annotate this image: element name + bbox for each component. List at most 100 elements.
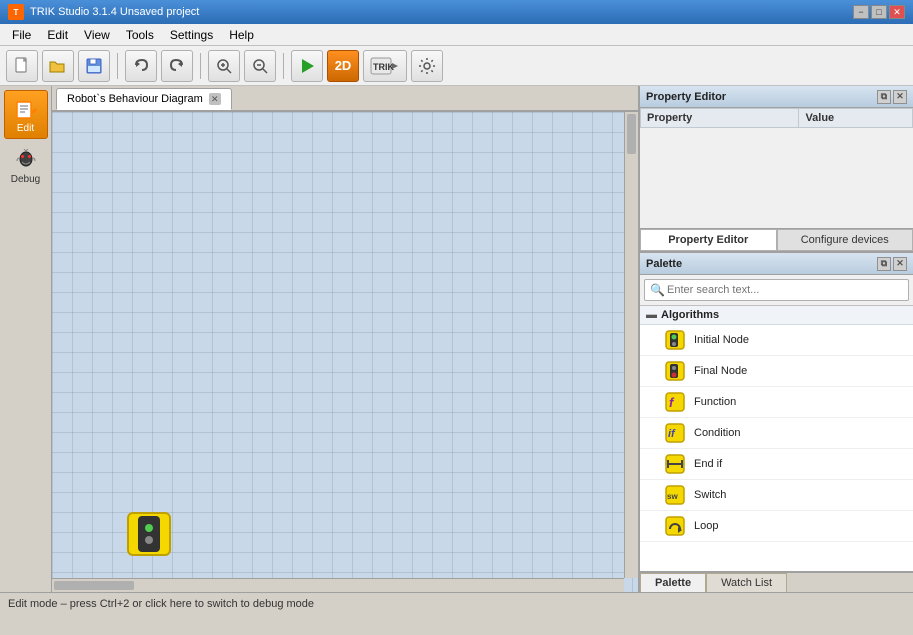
palette-title-buttons: ⧉ ✕: [877, 257, 907, 271]
debug-tool-label: Debug: [11, 174, 40, 185]
palette-title-bar: Palette ⧉ ✕: [640, 253, 913, 275]
canvas-scrollbar-vertical[interactable]: [624, 112, 638, 578]
new-file-button[interactable]: [6, 50, 38, 82]
open-button[interactable]: [42, 50, 74, 82]
status-bar-text: Edit mode – press Ctrl+2 or click here t…: [8, 598, 314, 610]
palette-close-button[interactable]: ✕: [893, 257, 907, 271]
property-editor-panel: Property Editor ⧉ ✕ Property Value: [640, 86, 913, 253]
trik-button[interactable]: TRIK: [363, 50, 407, 82]
menu-view[interactable]: View: [76, 26, 118, 44]
scroll-thumb-h[interactable]: [54, 581, 134, 590]
scroll-thumb-v[interactable]: [627, 114, 636, 154]
final-node-icon: [664, 360, 686, 382]
algorithms-label: Algorithms: [661, 309, 719, 321]
palette-section-algorithms[interactable]: ▬ Algorithms: [640, 306, 913, 325]
settings-wrench-button[interactable]: [411, 50, 443, 82]
app-icon: T: [8, 4, 24, 20]
palette-search-input[interactable]: [644, 279, 909, 301]
switch-label: Switch: [694, 489, 726, 501]
tab-label: Robot`s Behaviour Diagram: [67, 93, 203, 105]
node-body: [138, 516, 160, 552]
canvas-area[interactable]: [52, 112, 638, 592]
palette-item-switch[interactable]: sw Switch: [640, 480, 913, 511]
edit-tool[interactable]: Edit: [4, 90, 48, 139]
palette-float-button[interactable]: ⧉: [877, 257, 891, 271]
palette-item-condition[interactable]: if Condition: [640, 418, 913, 449]
toolbar: 2D TRIK: [0, 46, 913, 86]
condition-label: Condition: [694, 427, 740, 439]
zoom-out-button[interactable]: [244, 50, 276, 82]
close-window-button[interactable]: ✕: [889, 5, 905, 19]
title-bar: T TRIK Studio 3.1.4 Unsaved project − □ …: [0, 0, 913, 24]
debug-tool-icon: [12, 146, 40, 174]
2d-mode-button[interactable]: 2D: [327, 50, 359, 82]
palette-title: Palette: [646, 258, 682, 270]
function-label: Function: [694, 396, 736, 408]
menu-settings[interactable]: Settings: [162, 26, 221, 44]
property-editor-body: Property Value: [640, 108, 913, 228]
robot-behaviour-tab[interactable]: Robot`s Behaviour Diagram ✕: [56, 88, 232, 110]
property-editor-tabs: Property Editor Configure devices: [640, 228, 913, 251]
menu-file[interactable]: File: [4, 26, 39, 44]
menu-help[interactable]: Help: [221, 26, 262, 44]
value-col-header: Value: [799, 109, 913, 128]
tab-close-button[interactable]: ✕: [209, 93, 221, 105]
tab-configure-devices[interactable]: Configure devices: [777, 229, 913, 251]
property-col-header: Property: [641, 109, 799, 128]
palette-item-loop[interactable]: Loop: [640, 511, 913, 542]
redo-button[interactable]: [161, 50, 193, 82]
property-editor-float-button[interactable]: ⧉: [877, 90, 891, 104]
title-bar-buttons: − □ ✕: [853, 5, 905, 19]
window-title: TRIK Studio 3.1.4 Unsaved project: [30, 6, 199, 18]
palette-panel: Palette ⧉ ✕ 🔍 ▬ Algorithms: [640, 253, 913, 592]
toolbar-sep-1: [117, 53, 118, 79]
palette-item-initial-node[interactable]: Initial Node: [640, 325, 913, 356]
node-dot-bottom: [145, 536, 153, 544]
minimize-button[interactable]: −: [853, 5, 869, 19]
menu-edit[interactable]: Edit: [39, 26, 76, 44]
loop-icon: [664, 515, 686, 537]
zoom-in-button[interactable]: [208, 50, 240, 82]
algorithms-toggle: ▬: [646, 309, 657, 321]
property-editor-title-bar: Property Editor ⧉ ✕: [640, 86, 913, 108]
initial-node-label: Initial Node: [694, 334, 749, 346]
svg-text:TRIK: TRIK: [373, 62, 394, 72]
2d-label: 2D: [335, 58, 352, 73]
content-area: Robot`s Behaviour Diagram ✕: [52, 86, 638, 592]
search-icon-wrap: 🔍: [644, 279, 909, 301]
svg-text:sw: sw: [667, 492, 678, 501]
property-editor-title: Property Editor: [646, 91, 726, 103]
property-editor-close-button[interactable]: ✕: [893, 90, 907, 104]
palette-item-function[interactable]: f Function: [640, 387, 913, 418]
tab-bar: Robot`s Behaviour Diagram ✕: [52, 86, 638, 112]
property-editor-title-buttons: ⧉ ✕: [877, 90, 907, 104]
debug-tool[interactable]: Debug: [4, 141, 48, 190]
switch-icon: sw: [664, 484, 686, 506]
palette-tab-palette[interactable]: Palette: [640, 573, 706, 592]
palette-bottom-tabs: Palette Watch List: [640, 571, 913, 592]
edit-tool-icon: [12, 95, 40, 123]
final-node-label: Final Node: [694, 365, 747, 377]
tab-property-editor[interactable]: Property Editor: [640, 229, 777, 251]
initial-node-canvas[interactable]: [127, 512, 171, 556]
menu-tools[interactable]: Tools: [118, 26, 162, 44]
initial-node-icon: [664, 329, 686, 351]
maximize-button[interactable]: □: [871, 5, 887, 19]
menu-bar: File Edit View Tools Settings Help: [0, 24, 913, 46]
left-sidebar: Edit Debug: [0, 86, 52, 592]
palette-item-end-if[interactable]: End if: [640, 449, 913, 480]
property-table: Property Value: [640, 108, 913, 128]
undo-button[interactable]: [125, 50, 157, 82]
main-layout: Edit Debug Robot`s Behaviour Diagram ✕: [0, 86, 913, 592]
status-bar[interactable]: Edit mode – press Ctrl+2 or click here t…: [0, 592, 913, 614]
palette-tab-watch-list[interactable]: Watch List: [706, 573, 787, 592]
save-button[interactable]: [78, 50, 110, 82]
palette-tree: ▬ Algorithms Initial Node Final Node: [640, 306, 913, 571]
function-icon: f: [664, 391, 686, 413]
node-dot-top: [145, 524, 153, 532]
right-panel: Property Editor ⧉ ✕ Property Value: [638, 86, 913, 592]
run-button[interactable]: [291, 50, 323, 82]
canvas-scrollbar-horizontal[interactable]: [52, 578, 624, 592]
palette-item-final-node[interactable]: Final Node: [640, 356, 913, 387]
toolbar-sep-2: [200, 53, 201, 79]
